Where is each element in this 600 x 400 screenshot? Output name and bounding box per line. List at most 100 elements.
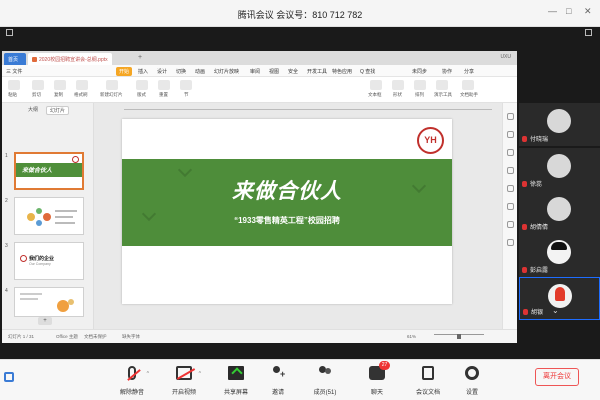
gear-icon <box>465 366 479 380</box>
ribbon-format-label: 格式刷 <box>74 92 88 97</box>
avatar <box>547 154 571 178</box>
shape-icon[interactable] <box>392 80 404 90</box>
chevron-down-icon[interactable]: ⌄ <box>552 306 559 315</box>
menu-review[interactable]: 审阅 <box>250 68 260 75</box>
leave-meeting-button[interactable]: 离开会议 <box>535 368 579 386</box>
close-button[interactable]: ✕ <box>584 6 592 17</box>
members-label: 成员(51) <box>313 390 337 396</box>
participant-tile[interactable]: 彭启露 <box>519 234 600 277</box>
slide-thumb-4[interactable] <box>14 287 84 317</box>
ribbon-tools-label: 演示工具 <box>434 92 452 97</box>
add-slide-button[interactable]: + <box>38 317 52 325</box>
ruler <box>124 104 492 110</box>
layout-icon[interactable] <box>136 80 148 90</box>
participant-tile[interactable]: 胡银 <box>519 277 600 320</box>
participant-tile[interactable]: 徐蕊 <box>519 148 600 191</box>
participant-name: 胡银 <box>531 310 544 316</box>
menu-features[interactable]: 特色应用 <box>332 68 352 75</box>
slide-thumb-3[interactable]: 我们的企业 Our Company <box>14 242 84 280</box>
side-tool-icon[interactable] <box>507 221 514 228</box>
menu-start[interactable]: 开始 <box>116 67 133 76</box>
menu-devtools[interactable]: 开发工具 <box>307 68 327 75</box>
minimize-button[interactable]: — <box>548 6 557 16</box>
settings-button[interactable]: 设置 <box>450 362 494 400</box>
new-tab-icon[interactable]: + <box>138 54 142 61</box>
chat-button[interactable]: 27 聊天 <box>355 361 399 400</box>
wps-tab-bar: 首页 2020校园招聘宣讲会-总纲.pptx + UXU <box>2 51 517 65</box>
title-bar: 腾讯会议 会议号：810 712 782 — □ ✕ <box>0 0 600 27</box>
side-tool-icon[interactable] <box>507 203 514 210</box>
doc-protection[interactable]: 文档未保护 <box>84 334 107 340</box>
section-icon[interactable] <box>180 80 192 90</box>
thumb3-subtitle: Our Company <box>29 262 51 266</box>
side-tool-icon[interactable] <box>507 185 514 192</box>
network-status-icon[interactable] <box>4 372 14 382</box>
menu-animation[interactable]: 动画 <box>195 68 205 75</box>
chevron-up-icon[interactable]: ^ <box>147 371 149 377</box>
maximize-button[interactable]: □ <box>566 6 571 16</box>
mic-muted-icon <box>522 224 527 230</box>
thumb4-graphic <box>20 293 74 312</box>
side-tool-icon[interactable] <box>507 167 514 174</box>
tab-slides[interactable]: 幻灯片 <box>46 106 70 115</box>
doc-assistant-icon[interactable] <box>462 80 474 90</box>
participant-name: 徐蕊 <box>530 182 543 188</box>
reset-icon[interactable] <box>158 80 170 90</box>
presentation-tool-icon[interactable] <box>436 80 448 90</box>
menu-share[interactable]: 分享 <box>464 68 474 75</box>
zoom-slider-handle[interactable] <box>457 334 461 339</box>
participant-tile[interactable]: 胡倩倩 <box>519 191 600 234</box>
unmute-button[interactable]: ^ 解除静音 <box>110 362 154 400</box>
fullscreen-icon[interactable] <box>6 29 13 36</box>
logo-text: YH <box>424 135 437 145</box>
format-painter-icon[interactable] <box>76 80 88 90</box>
thumb1-headline: 来做合伙人 <box>22 168 53 174</box>
missing-fonts[interactable]: 缺失字体 <box>122 334 140 340</box>
tab-home[interactable]: 首页 <box>4 53 26 65</box>
mic-muted-icon <box>522 181 527 187</box>
chevron-up-icon[interactable]: ^ <box>199 371 201 377</box>
copy-icon[interactable] <box>54 80 66 90</box>
user-label[interactable]: UXU <box>500 54 511 60</box>
members-button[interactable]: 成员(51) <box>303 362 347 400</box>
new-slide-icon[interactable] <box>106 80 118 90</box>
side-tool-icon[interactable] <box>507 239 514 246</box>
menu-view[interactable]: 视图 <box>269 68 279 75</box>
menu-insert[interactable]: 插入 <box>138 68 148 75</box>
slide-thumb-2[interactable] <box>14 197 84 235</box>
share-screen-label: 共享屏幕 <box>223 390 248 396</box>
ribbon-cut-label: 剪切 <box>32 92 41 97</box>
cut-icon[interactable] <box>32 80 44 90</box>
current-slide[interactable]: YH 来做合伙人 “1933零售精英工程”校园招聘 <box>122 119 452 304</box>
menu-search[interactable]: Q 查找 <box>360 68 375 75</box>
share-screen-button[interactable]: 共享屏幕 <box>214 362 258 400</box>
thumb2-graphic <box>27 208 77 226</box>
side-tool-icon[interactable] <box>507 149 514 156</box>
menu-design[interactable]: 设计 <box>157 68 167 75</box>
menu-file[interactable]: 三 文件 <box>6 68 22 75</box>
textbox-icon[interactable] <box>370 80 382 90</box>
menu-slideshow[interactable]: 幻灯片放映 <box>214 68 239 75</box>
participant-tile[interactable]: 付晓瑞 <box>519 103 600 146</box>
zoom-level[interactable]: 61% <box>407 334 416 339</box>
tab-outline[interactable]: 大纲 <box>28 106 38 113</box>
menu-unsynced[interactable]: 未同步 <box>412 68 427 75</box>
meeting-docs-button[interactable]: 会议文档 <box>406 362 450 400</box>
settings-label: 设置 <box>465 390 478 396</box>
slide-thumb-1[interactable]: 来做合伙人 <box>14 152 84 190</box>
yh-logo-icon <box>72 156 79 163</box>
right-tool-strip <box>502 103 517 329</box>
invite-button[interactable]: 邀请 <box>256 362 300 400</box>
arrange-icon[interactable] <box>414 80 426 90</box>
side-tool-icon[interactable] <box>507 131 514 138</box>
side-tool-icon[interactable] <box>507 113 514 120</box>
tab-document[interactable]: 2020校园招聘宣讲会-总纲.pptx <box>28 53 112 65</box>
slide-subtitle: “1933零售精英工程”校园招聘 <box>234 216 340 225</box>
paste-icon[interactable] <box>8 80 20 90</box>
mic-muted-icon <box>523 309 528 315</box>
menu-collab[interactable]: 协作 <box>442 68 452 75</box>
start-video-button[interactable]: ^ 开启视频 <box>162 362 206 400</box>
toggle-participants-icon[interactable] <box>585 29 592 36</box>
menu-transition[interactable]: 切换 <box>176 68 186 75</box>
menu-security[interactable]: 安全 <box>288 68 298 75</box>
